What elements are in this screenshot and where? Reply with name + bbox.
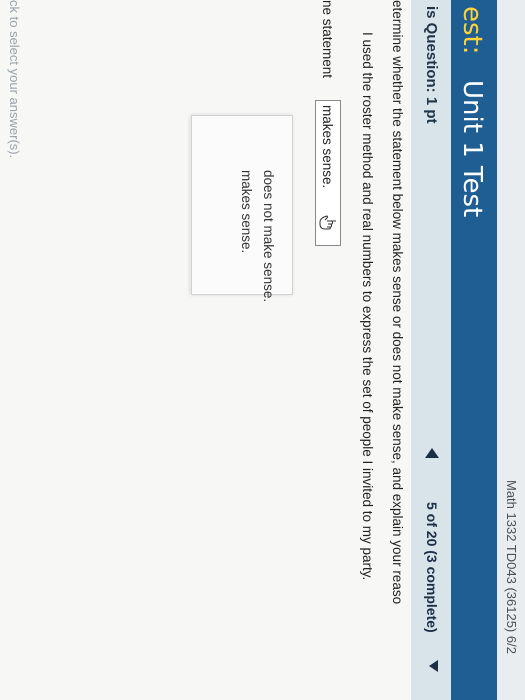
question-points: is Question: 1 pt xyxy=(423,6,440,124)
answer-select[interactable]: makes sense. xyxy=(315,100,341,246)
hand-pointer-icon xyxy=(319,215,336,230)
answer-selected-value: makes sense. xyxy=(320,105,335,189)
test-prefix: est: xyxy=(457,6,487,55)
title-band: est: Unit 1 Test xyxy=(451,0,497,700)
question-content: etermine whether the statement below mak… xyxy=(0,0,411,700)
question-bar: is Question: 1 pt 5 of 20 (3 complete) xyxy=(411,0,451,700)
question-list-dropdown-icon[interactable] xyxy=(429,660,438,672)
course-bar: Math 1332 TD043 (36125) 6/2 xyxy=(497,0,525,700)
question-progress: 5 of 20 (3 complete) xyxy=(424,502,440,633)
page-title: Unit 1 Test xyxy=(457,80,487,218)
option-does-not-make-sense[interactable]: does not make sense. xyxy=(261,170,276,302)
select-hint: ck to select your answer(s). xyxy=(7,0,22,159)
answer-options-menu: does not make sense. makes sense. xyxy=(191,115,293,302)
option-makes-sense[interactable]: makes sense. xyxy=(239,170,254,253)
screen-stage: Math 1332 TD043 (36125) 6/2 est: Unit 1 … xyxy=(0,0,525,700)
answer-label: ne statement xyxy=(320,0,335,79)
question-statement: I used the roster method and real number… xyxy=(360,32,375,581)
question-prompt: etermine whether the statement below mak… xyxy=(390,0,405,605)
previous-question-icon[interactable] xyxy=(425,448,439,458)
course-label: Math 1332 TD043 (36125) 6/2 xyxy=(504,480,519,654)
